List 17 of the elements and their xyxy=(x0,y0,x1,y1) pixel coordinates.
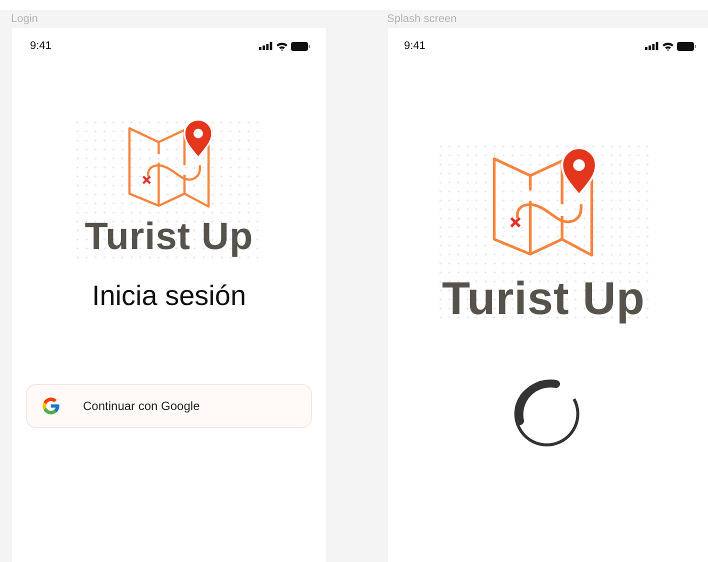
status-time: 9:41 xyxy=(404,40,426,52)
status-time: 9:41 xyxy=(30,40,52,52)
google-icon xyxy=(41,396,61,416)
frame-label: Login xyxy=(11,12,38,27)
app-name: Turist Up xyxy=(84,218,254,256)
wifi-icon xyxy=(662,42,674,50)
wifi-icon xyxy=(276,42,288,50)
map-pin-logo-icon xyxy=(490,146,596,258)
signal-icon xyxy=(645,42,659,50)
battery-icon xyxy=(677,42,696,50)
battery-icon xyxy=(291,42,310,50)
frame-label: Splash screen xyxy=(387,12,457,27)
map-pin-logo-icon xyxy=(126,118,212,208)
signal-icon xyxy=(259,42,273,50)
login-heading: Inicia sesión xyxy=(92,280,246,312)
google-sign-in-button[interactable]: Continuar con Google xyxy=(26,384,312,428)
app-name: Turist Up xyxy=(442,275,645,322)
